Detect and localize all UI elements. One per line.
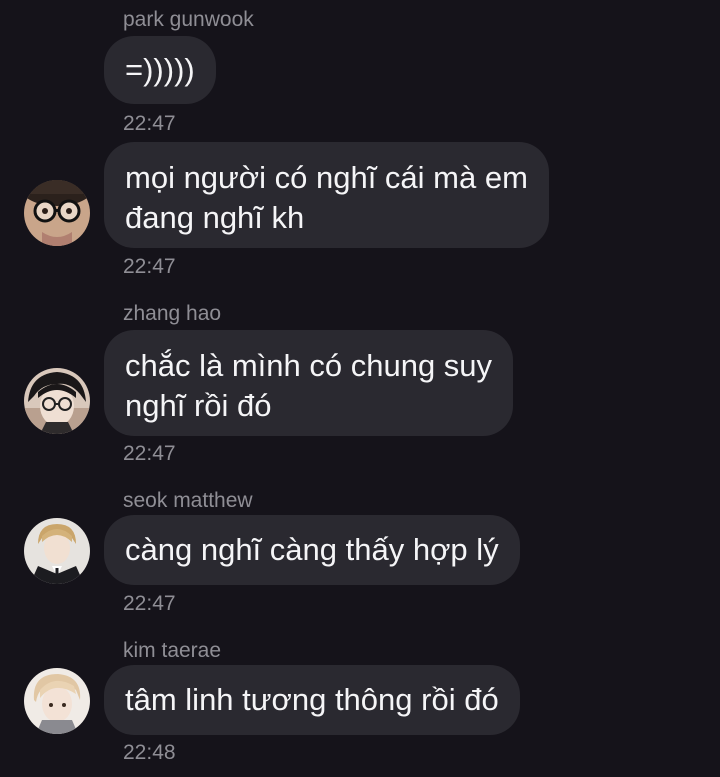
message-bubble[interactable]: mọi người có nghĩ cái mà em đang nghĩ kh [104,142,549,248]
avatar-blond-hair-icon [24,668,90,734]
avatar[interactable] [24,518,90,584]
avatar[interactable] [24,180,90,246]
message-timestamp: 22:47 [123,255,176,278]
sender-name: kim taerae [123,639,222,662]
avatar-dark-hair-glasses-icon [24,368,90,434]
message-text: nghĩ rồi đó [125,388,272,423]
message-text: càng nghĩ càng thấy hợp lý [125,532,499,567]
message-bubble[interactable]: chắc là mình có chung suy nghĩ rồi đó [104,330,514,436]
message-bubble[interactable]: càng nghĩ càng thấy hợp lý [104,515,520,585]
chat-thread: park gunwook =))))) 22:47 mọi người có n… [0,0,720,777]
message-timestamp: 22:47 [123,442,176,465]
message-timestamp: 22:47 [123,112,176,135]
message-bubble[interactable]: tâm linh tương thông rồi đó [104,665,520,735]
message-text: tâm linh tương thông rồi đó [125,682,499,717]
avatar-suit-icon [24,518,90,584]
sender-name: park gunwook [123,8,254,31]
message-text: đang nghĩ kh [125,200,305,235]
sender-name: zhang hao [123,302,222,325]
message-text: chắc là mình có chung suy [125,348,493,383]
message-bubble[interactable]: =))))) [104,36,216,104]
message-timestamp: 22:47 [123,592,176,615]
sender-name: seok matthew [123,489,253,512]
avatar[interactable] [24,668,90,734]
message-timestamp: 22:48 [123,741,176,764]
avatar[interactable] [24,368,90,434]
avatar-glasses-icon [24,180,90,246]
message-text: =))))) [125,52,195,87]
message-text: mọi người có nghĩ cái mà em [125,160,528,195]
